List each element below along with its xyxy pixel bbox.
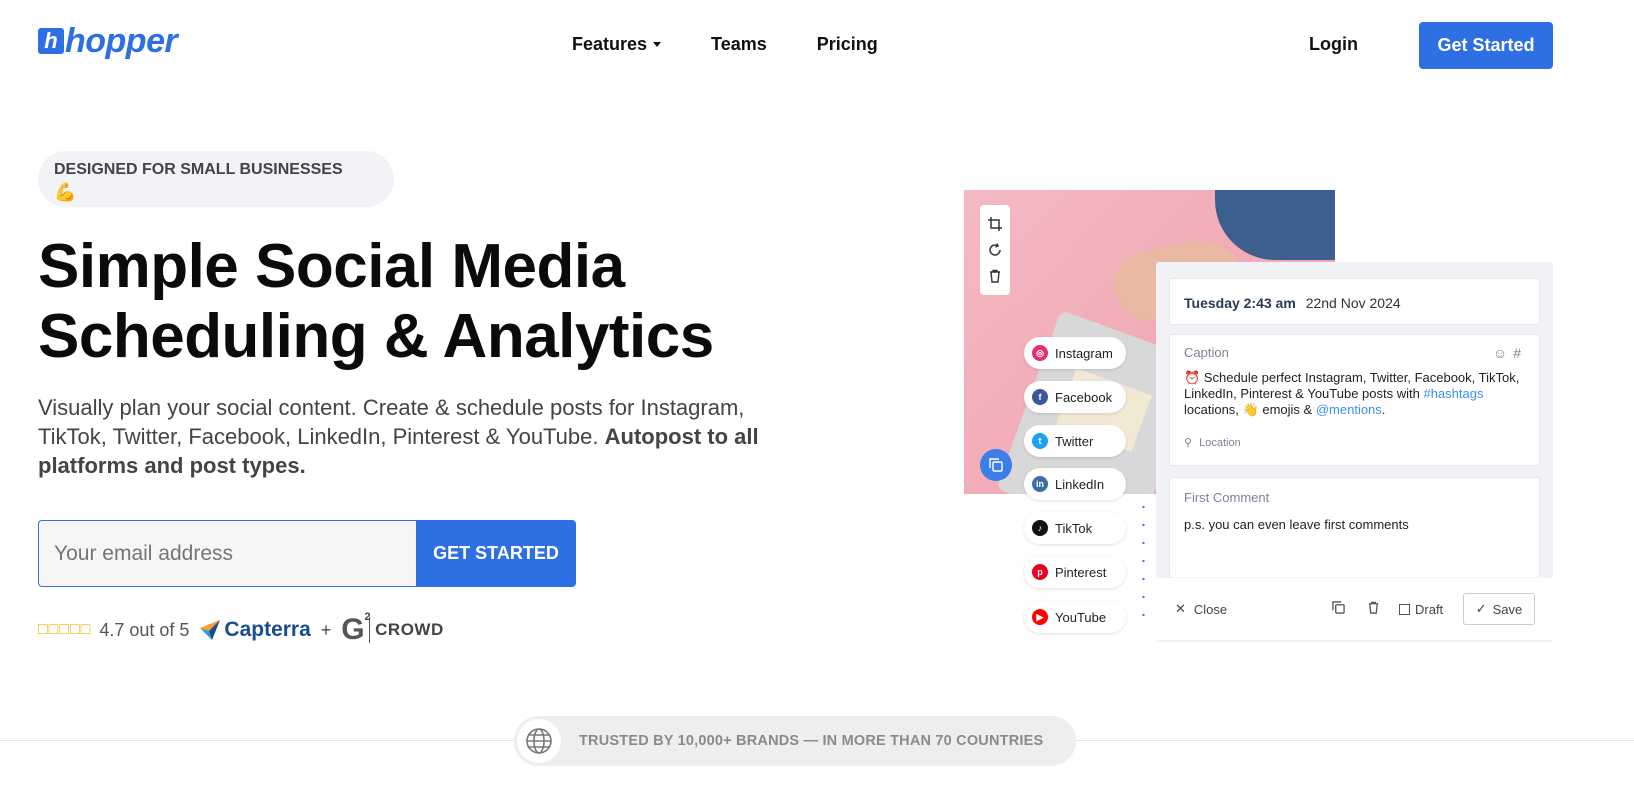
caption-tools: ☺# [1493, 345, 1527, 361]
rating-text: 4.7 out of 5 [99, 619, 190, 640]
location-pin-icon: ⚲ [1184, 437, 1193, 449]
close-button[interactable]: ✕ Close [1175, 601, 1227, 617]
duplicate-icon[interactable] [980, 449, 1012, 481]
alarm-clock-icon: ⏰ [1184, 370, 1201, 385]
schedule-date: 22nd Nov 2024 [1305, 295, 1401, 311]
nav-item-features[interactable]: Features [572, 34, 662, 55]
draft-label: Draft [1415, 601, 1444, 617]
emoji-icon[interactable]: ☺ [1493, 345, 1513, 361]
close-icon: ✕ [1175, 601, 1186, 616]
get-started-button[interactable]: Get Started [1419, 22, 1553, 69]
checkbox-icon [1399, 603, 1410, 615]
capterra-wordmark: Capterra [224, 618, 311, 641]
caption-text: ⏰ Schedule perfect Instagram, Twitter, F… [1184, 370, 1525, 418]
image-edit-toolbar [980, 205, 1010, 295]
platform-pinterest[interactable]: p Pinterest [1024, 556, 1126, 588]
platform-label: Instagram [1055, 345, 1113, 361]
facebook-icon: f [1032, 389, 1048, 405]
schedule-time: Tuesday 2:43 am [1184, 295, 1296, 311]
capterra-arrow-icon [200, 620, 221, 640]
platform-tiktok[interactable]: ♪ TikTok [1024, 512, 1126, 544]
duplicate-post-icon[interactable] [1332, 601, 1345, 617]
trash-icon[interactable] [988, 269, 1002, 283]
crop-icon[interactable] [988, 217, 1002, 231]
platform-instagram[interactable]: ◎ Instagram [1024, 337, 1126, 369]
hopper-logo[interactable]: h hopper [38, 22, 178, 60]
platform-facebook[interactable]: f Facebook [1024, 381, 1126, 413]
dotted-connector [1142, 498, 1145, 628]
main-nav: Features Teams Pricing [572, 34, 878, 55]
trust-banner: TRUSTED BY 10,000+ BRANDS — IN MORE THAN… [514, 716, 1076, 766]
location-row[interactable]: ⚲ Location [1184, 436, 1525, 449]
capterra-logo: Capterra [199, 618, 311, 642]
caption-hashtags: #hashtags [1423, 386, 1484, 401]
logo-mark: h [38, 28, 64, 54]
platform-label: Twitter [1055, 433, 1094, 449]
caption-label: Caption [1184, 345, 1229, 360]
email-get-started-button[interactable]: GET STARTED [416, 520, 576, 587]
save-button[interactable]: ✓ Save [1463, 593, 1535, 625]
rating-row: □□□□□ 4.7 out of 5 Capterra + G 2 CROWD [38, 611, 444, 647]
rotate-icon[interactable] [988, 243, 1002, 257]
nav-item-pricing[interactable]: Pricing [817, 34, 878, 55]
caption-part-2: locations, [1184, 402, 1239, 417]
g2-mark: G [341, 613, 366, 646]
nav-features-label: Features [572, 34, 648, 54]
hero-headline: Simple Social Media Scheduling & Analyti… [38, 232, 714, 372]
instagram-icon: ◎ [1032, 345, 1048, 361]
platform-label: Pinterest [1055, 564, 1107, 580]
waving-hand-icon: 👋 [1242, 402, 1259, 417]
tiktok-icon: ♪ [1032, 520, 1048, 536]
pinterest-icon: p [1032, 564, 1048, 580]
nav-item-teams[interactable]: Teams [711, 34, 767, 55]
platform-twitter[interactable]: t Twitter [1024, 425, 1126, 457]
plus-sign: + [320, 619, 332, 640]
crowd-wordmark: CROWD [375, 620, 444, 639]
first-comment-card[interactable]: First Comment p.s. you can even leave fi… [1169, 477, 1540, 577]
platform-label: LinkedIn [1055, 476, 1105, 492]
save-label: Save [1492, 601, 1523, 617]
g2-superscript: 2 [364, 611, 372, 623]
badge-text: DESIGNED FOR SMALL BUSINESSES [54, 161, 343, 178]
photo-sleeve [1215, 190, 1335, 260]
caption-mentions: @mentions [1315, 402, 1382, 417]
logo-text: hopper [65, 22, 178, 60]
caption-card[interactable]: Caption ☺# ⏰ Schedule perfect Instagram,… [1169, 334, 1540, 466]
flexed-bicep-icon: 💪 [54, 182, 77, 202]
headline-line-1: Simple Social Media [38, 232, 625, 301]
email-input[interactable] [38, 520, 416, 587]
platform-label: Facebook [1055, 389, 1113, 405]
nav-teams-label: Teams [711, 34, 767, 54]
login-link[interactable]: Login [1309, 34, 1358, 55]
caption-end: . [1381, 402, 1386, 417]
location-label: Location [1199, 437, 1241, 449]
first-comment-text: p.s. you can even leave first comments [1184, 517, 1409, 532]
platform-label: YouTube [1055, 609, 1107, 625]
caption-part-3: emojis & [1262, 402, 1313, 417]
headline-line-2: Scheduling & Analytics [38, 302, 714, 371]
rating-stars: □□□□□ [38, 621, 92, 638]
first-comment-label: First Comment [1184, 490, 1270, 505]
checkmark-icon: ✓ [1475, 601, 1487, 616]
platform-linkedin[interactable]: in LinkedIn [1024, 468, 1126, 500]
delete-post-icon[interactable] [1367, 601, 1380, 617]
small-business-badge: DESIGNED FOR SMALL BUSINESSES 💪 [38, 151, 394, 207]
schedule-date-card[interactable]: Tuesday 2:43 am 22nd Nov 2024 [1169, 278, 1540, 325]
draft-checkbox[interactable]: Draft [1399, 602, 1443, 617]
g2-crowd-logo: G 2 CROWD [341, 611, 444, 647]
editor-footer: ✕ Close Draft ✓ Save [1156, 578, 1553, 640]
close-label: Close [1193, 601, 1228, 617]
youtube-icon: ▶ [1032, 609, 1048, 625]
globe-icon [517, 719, 561, 763]
nav-pricing-label: Pricing [816, 34, 878, 54]
twitter-icon: t [1032, 433, 1048, 449]
platform-label: TikTok [1055, 520, 1093, 536]
platform-youtube[interactable]: ▶ YouTube [1024, 601, 1126, 633]
chevron-down-icon [653, 42, 662, 47]
hashtag-icon[interactable]: # [1513, 345, 1527, 361]
trust-text: TRUSTED BY 10,000+ BRANDS — IN MORE THAN… [579, 733, 1044, 749]
linkedin-icon: in [1032, 476, 1048, 492]
hero-subtext: Visually plan your social content. Creat… [38, 393, 778, 480]
